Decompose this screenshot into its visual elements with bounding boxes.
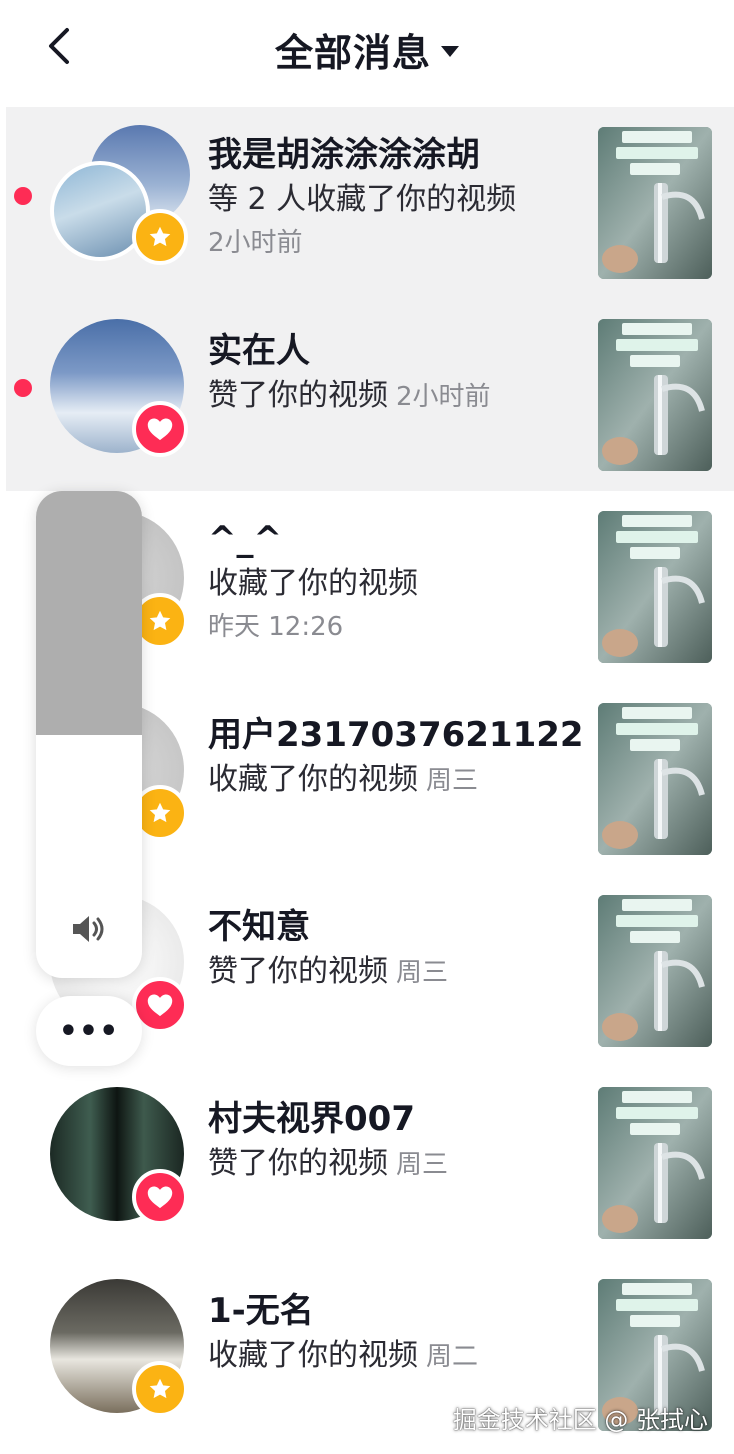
message-action: 收藏了你的视频 周二 bbox=[208, 1333, 588, 1380]
message-texts: 村夫视界007 赞了你的视频 周三 bbox=[208, 1097, 588, 1188]
message-action: 赞了你的视频 2小时前 bbox=[208, 373, 588, 420]
volume-level-fill bbox=[36, 491, 142, 735]
speaker-icon[interactable] bbox=[69, 909, 109, 949]
video-thumbnail[interactable] bbox=[598, 703, 712, 855]
unread-dot bbox=[14, 379, 32, 397]
video-thumbnail[interactable] bbox=[598, 511, 712, 663]
message-texts: 1-无名 收藏了你的视频 周二 bbox=[208, 1289, 588, 1380]
message-time: 周三 bbox=[396, 1150, 449, 1180]
message-time: 昨天 12:26 bbox=[208, 612, 344, 642]
message-time: 周二 bbox=[426, 1342, 479, 1372]
action-text: 收藏了你的视频 bbox=[208, 1338, 418, 1373]
heart-badge-icon bbox=[132, 1169, 188, 1225]
chevron-down-icon bbox=[441, 46, 459, 57]
star-badge-icon bbox=[132, 1361, 188, 1417]
heart-badge-icon bbox=[132, 401, 188, 457]
message-action: 等 2 人收藏了你的视频 bbox=[208, 182, 517, 217]
user-name[interactable]: 村夫视界007 bbox=[208, 1097, 588, 1141]
user-name[interactable]: 我是胡涂涂涂涂胡 bbox=[208, 133, 588, 177]
message-time: 2小时前 bbox=[396, 382, 491, 412]
message-time: 周三 bbox=[396, 958, 449, 988]
action-text: 赞了你的视频 bbox=[208, 1146, 388, 1181]
user-name[interactable]: 1-无名 bbox=[208, 1289, 588, 1333]
message-action: 赞了你的视频 周三 bbox=[208, 949, 588, 996]
message-texts: 不知意 赞了你的视频 周三 bbox=[208, 905, 588, 996]
message-action: 收藏了你的视频 周三 bbox=[208, 757, 588, 804]
volume-slider[interactable] bbox=[36, 491, 142, 978]
message-texts: 用户2317037621122 收藏了你的视频 周三 bbox=[208, 713, 588, 804]
message-texts: 实在人 赞了你的视频 2小时前 bbox=[208, 329, 588, 420]
avatar[interactable] bbox=[50, 125, 190, 265]
user-name[interactable]: ^_^ bbox=[208, 517, 588, 561]
message-row[interactable]: 我是胡涂涂涂涂胡 等 2 人收藏了你的视频 2小时前 bbox=[6, 107, 734, 299]
message-time: 周三 bbox=[426, 766, 479, 796]
unread-dot bbox=[14, 187, 32, 205]
video-thumbnail[interactable] bbox=[598, 319, 712, 471]
action-text: 赞了你的视频 bbox=[208, 378, 388, 413]
action-text: 收藏了你的视频 bbox=[208, 762, 418, 797]
message-row[interactable]: 实在人 赞了你的视频 2小时前 bbox=[6, 299, 734, 491]
message-row[interactable]: 村夫视界007 赞了你的视频 周三 bbox=[6, 1067, 734, 1259]
video-thumbnail[interactable] bbox=[598, 127, 712, 279]
title-dropdown[interactable]: 全部消息 bbox=[0, 22, 734, 77]
more-options-button[interactable]: ••• bbox=[36, 996, 142, 1066]
message-action: 收藏了你的视频 bbox=[208, 566, 418, 601]
watermark: 掘金技术社区 @ 张拭心 bbox=[452, 1406, 708, 1434]
avatar[interactable] bbox=[50, 1087, 188, 1225]
avatar[interactable] bbox=[50, 319, 188, 457]
user-name[interactable]: 不知意 bbox=[208, 905, 588, 949]
header: 全部消息 bbox=[0, 0, 734, 100]
user-name[interactable]: 实在人 bbox=[208, 329, 588, 373]
avatar[interactable] bbox=[50, 1279, 188, 1417]
page-title: 全部消息 bbox=[274, 31, 431, 75]
message-texts: ^_^ 收藏了你的视频昨天 12:26 bbox=[208, 517, 588, 647]
star-badge-icon bbox=[132, 209, 188, 265]
message-action: 赞了你的视频 周三 bbox=[208, 1141, 588, 1188]
message-time: 2小时前 bbox=[208, 228, 303, 258]
video-thumbnail[interactable] bbox=[598, 1087, 712, 1239]
action-text: 赞了你的视频 bbox=[208, 954, 388, 989]
user-name[interactable]: 用户2317037621122 bbox=[208, 713, 588, 757]
message-texts: 我是胡涂涂涂涂胡 等 2 人收藏了你的视频 2小时前 bbox=[208, 133, 588, 263]
video-thumbnail[interactable] bbox=[598, 895, 712, 1047]
